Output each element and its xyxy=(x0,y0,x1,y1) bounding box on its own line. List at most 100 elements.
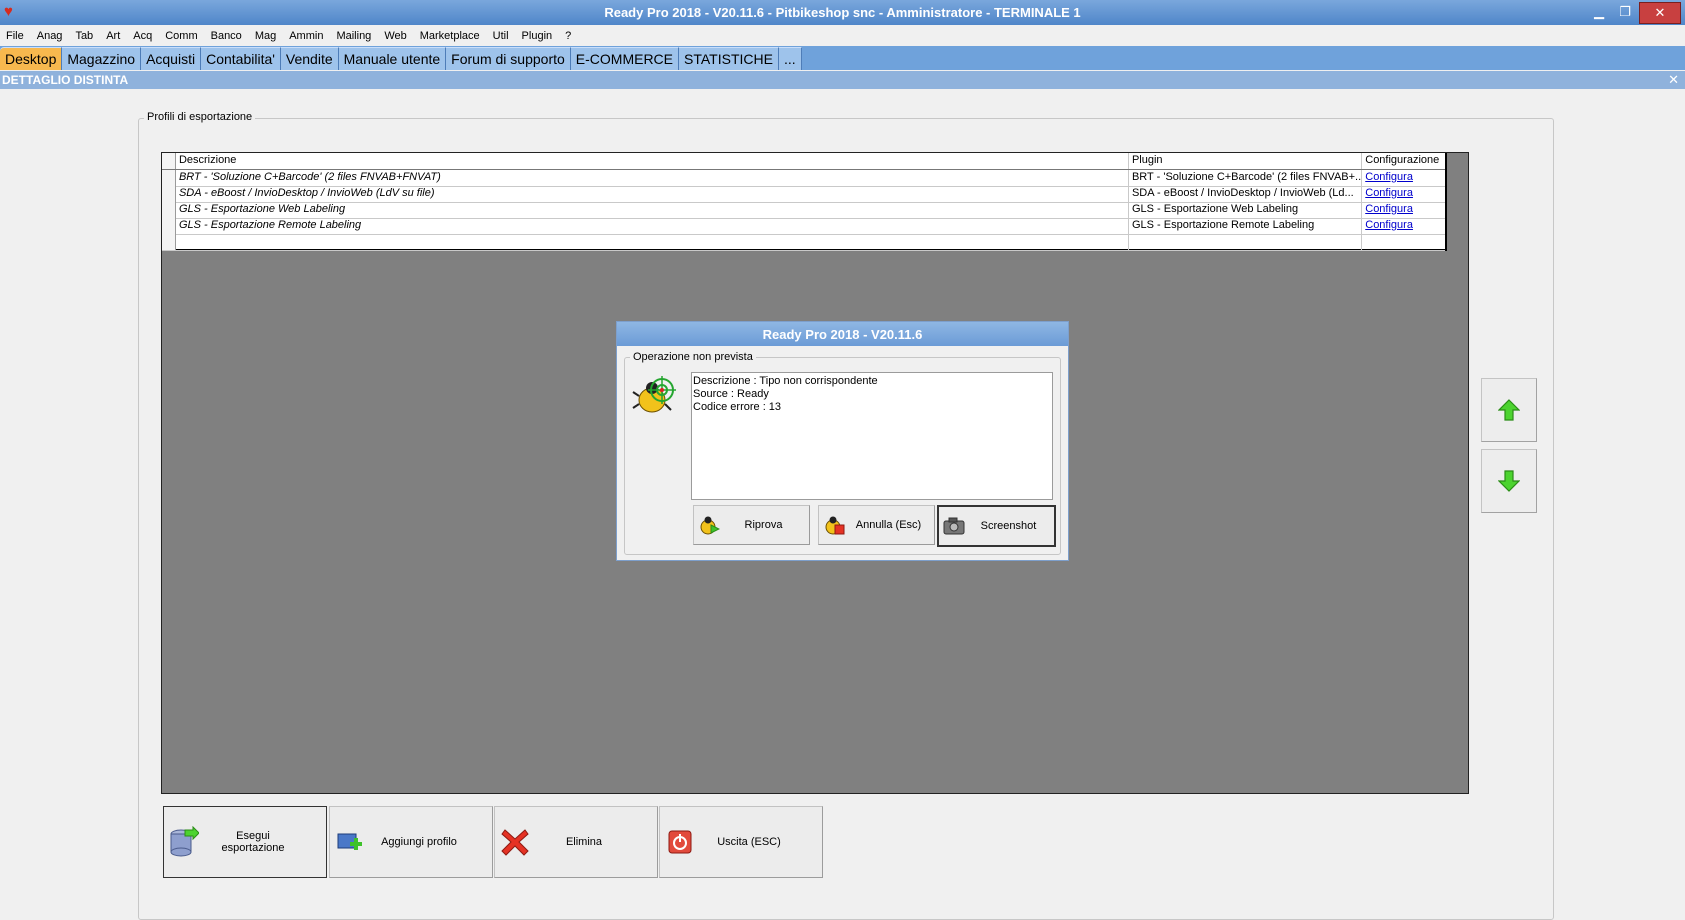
menu-art[interactable]: Art xyxy=(106,30,120,42)
dialog-title: Ready Pro 2018 - V20.11.6 xyxy=(617,322,1068,346)
menu-bar: File Anag Tab Art Acq Comm Banco Mag Amm… xyxy=(0,26,1685,46)
camera-icon xyxy=(939,517,969,535)
table-row[interactable]: BRT - 'Soluzione C+Barcode' (2 files FNV… xyxy=(162,170,1445,187)
close-button[interactable]: ✕ xyxy=(1639,2,1681,24)
cell-descrizione[interactable]: GLS - Esportazione Web Labeling xyxy=(176,202,1129,218)
window-controls: ▁ ❐ ✕ xyxy=(1587,2,1681,24)
table-row-empty[interactable] xyxy=(162,234,1445,251)
error-code-line: Codice errore : 13 xyxy=(693,401,782,413)
bug-retry-icon xyxy=(694,515,724,535)
cell-plugin[interactable]: GLS - Esportazione Web Labeling xyxy=(1129,202,1363,218)
cancel-button-label: Annulla (Esc) xyxy=(855,519,922,531)
row-indicator xyxy=(162,186,176,202)
tab-statistiche[interactable]: STATISTICHE xyxy=(679,47,779,70)
tab-manuale-utente[interactable]: Manuale utente xyxy=(338,47,447,70)
cell-plugin[interactable]: SDA - eBoost / InvioDesktop / InvioWeb (… xyxy=(1129,186,1363,202)
cell-configurazione: Configura xyxy=(1362,218,1445,234)
menu-anag[interactable]: Anag xyxy=(37,30,63,42)
retry-button-label: Riprova xyxy=(744,519,783,531)
tab-forum-supporto[interactable]: Forum di supporto xyxy=(446,47,571,70)
menu-mag[interactable]: Mag xyxy=(255,30,276,42)
tab-desktop[interactable]: Desktop xyxy=(0,47,63,70)
restore-button[interactable]: ❐ xyxy=(1613,2,1637,22)
table-row[interactable]: GLS - Esportazione Remote Labeling GLS -… xyxy=(162,218,1445,235)
menu-help[interactable]: ? xyxy=(565,30,571,42)
form-title: DETTAGLIO DISTINTA xyxy=(2,73,129,87)
screenshot-button[interactable]: Screenshot xyxy=(937,505,1056,547)
power-icon xyxy=(660,830,700,854)
delete-button[interactable]: Elimina xyxy=(494,806,658,878)
tab-magazzino[interactable]: Magazzino xyxy=(62,47,142,70)
export-button[interactable]: Esegui esportazione xyxy=(163,806,327,878)
tab-e-commerce[interactable]: E-COMMERCE xyxy=(570,47,680,70)
add-profile-icon xyxy=(330,830,370,854)
menu-util[interactable]: Util xyxy=(493,30,509,42)
row-indicator xyxy=(162,202,176,218)
menu-file[interactable]: File xyxy=(6,30,24,42)
cell-plugin[interactable]: BRT - 'Soluzione C+Barcode' (2 files FNV… xyxy=(1129,170,1363,186)
window-title: Ready Pro 2018 - V20.11.6 - Pitbikeshop … xyxy=(604,5,1081,20)
configura-link[interactable]: Configura xyxy=(1365,219,1413,231)
column-header-plugin[interactable]: Plugin xyxy=(1129,153,1363,169)
window-titlebar: ♥ Ready Pro 2018 - V20.11.6 - Pitbikesho… xyxy=(0,0,1685,25)
error-source-line: Source : Ready xyxy=(693,388,769,400)
row-indicator xyxy=(162,234,176,250)
menu-marketplace[interactable]: Marketplace xyxy=(420,30,480,42)
minimize-button[interactable]: ▁ xyxy=(1587,2,1611,22)
app-strawberry-icon: ♥ xyxy=(4,3,13,20)
arrow-down-icon xyxy=(1498,470,1520,492)
exit-button[interactable]: Uscita (ESC) xyxy=(659,806,823,878)
cell-descrizione[interactable] xyxy=(176,234,1129,250)
move-down-button[interactable] xyxy=(1481,449,1537,513)
error-details-textarea[interactable]: Descrizione : Tipo non corrispondente So… xyxy=(691,372,1053,500)
table-row[interactable]: SDA - eBoost / InvioDesktop / InvioWeb (… xyxy=(162,186,1445,203)
column-header-descrizione[interactable]: Descrizione xyxy=(176,153,1129,169)
configura-link[interactable]: Configura xyxy=(1365,187,1413,199)
arrow-up-icon xyxy=(1498,399,1520,421)
row-indicator xyxy=(162,218,176,234)
tab-more[interactable]: ... xyxy=(778,47,802,70)
menu-tab[interactable]: Tab xyxy=(75,30,93,42)
menu-banco[interactable]: Banco xyxy=(211,30,242,42)
cell-plugin[interactable] xyxy=(1129,234,1363,250)
add-profile-button[interactable]: Aggiungi profilo xyxy=(329,806,493,878)
configura-link[interactable]: Configura xyxy=(1365,203,1413,215)
column-header-configurazione[interactable]: Configurazione xyxy=(1362,153,1445,169)
cell-configurazione: Configura xyxy=(1362,186,1445,202)
menu-acq[interactable]: Acq xyxy=(133,30,152,42)
menu-mailing[interactable]: Mailing xyxy=(336,30,371,42)
menu-comm[interactable]: Comm xyxy=(165,30,197,42)
tab-contabilita[interactable]: Contabilita' xyxy=(201,47,281,70)
bug-cancel-icon xyxy=(819,515,849,535)
delete-button-label: Elimina xyxy=(565,836,603,848)
cell-descrizione[interactable]: GLS - Esportazione Remote Labeling xyxy=(176,218,1129,234)
cell-plugin[interactable]: GLS - Esportazione Remote Labeling xyxy=(1129,218,1363,234)
table-row[interactable]: GLS - Esportazione Web Labeling GLS - Es… xyxy=(162,202,1445,219)
dialog-group-title: Operazione non prevista xyxy=(630,351,756,363)
move-up-button[interactable] xyxy=(1481,378,1537,442)
exit-button-label: Uscita (ESC) xyxy=(717,836,781,848)
tab-vendite[interactable]: Vendite xyxy=(280,47,339,70)
cell-descrizione[interactable]: BRT - 'Soluzione C+Barcode' (2 files FNV… xyxy=(176,170,1129,186)
profiles-table: Descrizione Plugin Configurazione BRT - … xyxy=(162,153,1447,251)
form-header: DETTAGLIO DISTINTA ✕ xyxy=(0,71,1685,89)
red-x-icon xyxy=(495,827,535,857)
menu-ammin[interactable]: Ammin xyxy=(289,30,323,42)
retry-button[interactable]: Riprova xyxy=(693,505,810,545)
menu-plugin[interactable]: Plugin xyxy=(522,30,553,42)
error-dialog: Ready Pro 2018 - V20.11.6 Operazione non… xyxy=(616,321,1069,561)
form-close-icon[interactable]: ✕ xyxy=(1668,71,1679,89)
cell-descrizione[interactable]: SDA - eBoost / InvioDesktop / InvioWeb (… xyxy=(176,186,1129,202)
cancel-button[interactable]: Annulla (Esc) xyxy=(818,505,935,545)
cell-configurazione[interactable] xyxy=(1362,234,1445,250)
screenshot-button-label: Screenshot xyxy=(980,520,1037,532)
tab-bar: Desktop Magazzino Acquisti Contabilita' … xyxy=(0,46,1685,70)
menu-web[interactable]: Web xyxy=(384,30,406,42)
row-indicator xyxy=(162,170,176,186)
cell-configurazione: Configura xyxy=(1362,202,1445,218)
export-button-label: Esegui esportazione xyxy=(221,830,285,854)
bug-target-icon xyxy=(632,372,678,418)
add-profile-button-label: Aggiungi profilo xyxy=(381,836,457,848)
tab-acquisti[interactable]: Acquisti xyxy=(141,47,202,70)
configura-link[interactable]: Configura xyxy=(1365,171,1413,183)
